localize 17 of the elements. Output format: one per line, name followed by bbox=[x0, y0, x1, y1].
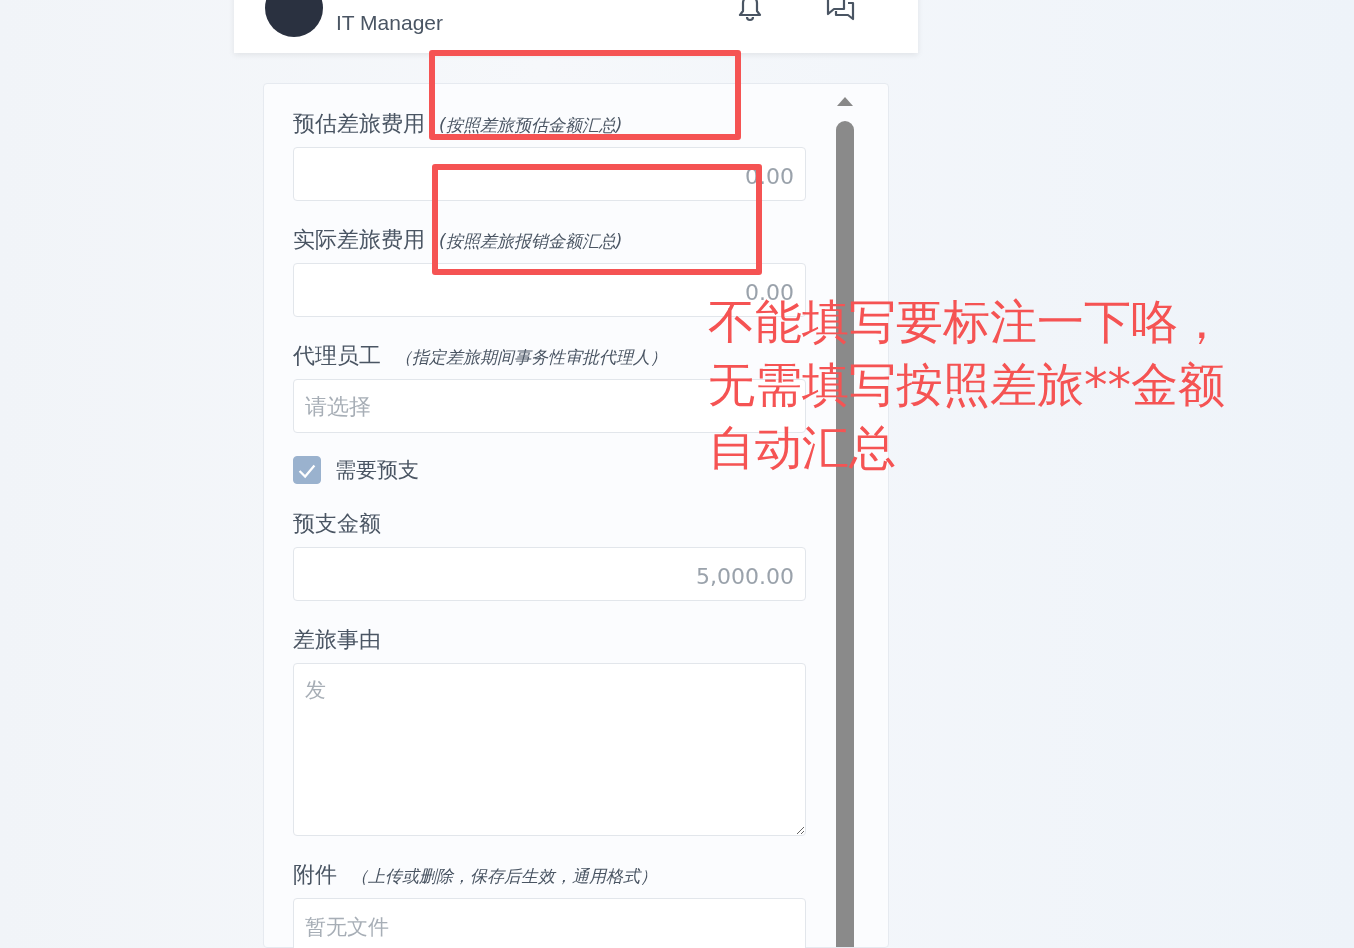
user-role: IT Manager bbox=[336, 11, 443, 36]
field-label: 附件 bbox=[293, 861, 337, 889]
field-hint: (按照差旅预估金额汇总) bbox=[439, 114, 623, 137]
field-label: 差旅事由 bbox=[293, 626, 381, 654]
field-label: 预估差旅费用 bbox=[293, 110, 425, 138]
field-hint: （指定差旅期间事务性审批代理人） bbox=[395, 346, 667, 369]
field-hint: （上传或删除，保存后生效，通用格式） bbox=[351, 865, 657, 888]
field-label: 实际差旅费用 bbox=[293, 226, 425, 254]
field-hint: (按照差旅报销金额汇总) bbox=[439, 230, 623, 253]
amount-field[interactable]: 5,000.00 bbox=[293, 547, 806, 601]
empty-files-text: 暂无文件 bbox=[305, 915, 389, 939]
field-label: 代理员工 bbox=[293, 342, 381, 370]
checkbox-label: 需要预支 bbox=[335, 457, 419, 484]
checkbox[interactable] bbox=[293, 456, 321, 484]
scroll-up-arrow-icon bbox=[836, 95, 854, 107]
reason-textarea[interactable]: 发 bbox=[293, 663, 806, 836]
field-label: 预支金额 bbox=[293, 510, 381, 538]
